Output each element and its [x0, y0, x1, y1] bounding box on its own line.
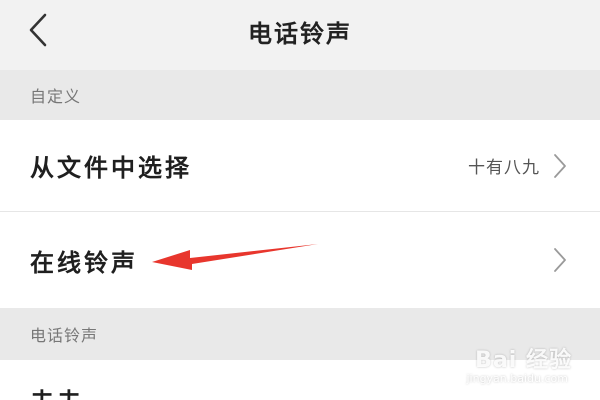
- online-ringtone-row[interactable]: 在线铃声: [0, 212, 600, 308]
- top-bar: 电话铃声: [0, 0, 600, 66]
- section-header-custom: 自定义: [0, 70, 600, 120]
- section-header-ringtone: 电话铃声: [0, 308, 600, 360]
- choose-from-file-label: 从文件中选择: [30, 154, 192, 182]
- online-ringtone-label: 在线铃声: [30, 248, 138, 277]
- chevron-right-icon: [550, 245, 570, 275]
- ringtone-settings-screen: 电话铃声 自定义 从文件中选择 十有八九 在线铃声 电话铃声 夫夫: [0, 0, 600, 400]
- section-title-custom: 自定义: [30, 87, 82, 106]
- current-ringtone-value: 十有八九: [468, 158, 540, 178]
- section-title-ringtone: 电话铃声: [30, 326, 99, 345]
- page-title: 电话铃声: [248, 20, 352, 48]
- ringtone-list-item[interactable]: 夫夫: [0, 360, 600, 400]
- choose-from-file-row[interactable]: 从文件中选择 十有八九: [0, 120, 600, 212]
- ringtone-item-label: 夫夫: [30, 382, 84, 400]
- chevron-right-icon: [550, 151, 570, 181]
